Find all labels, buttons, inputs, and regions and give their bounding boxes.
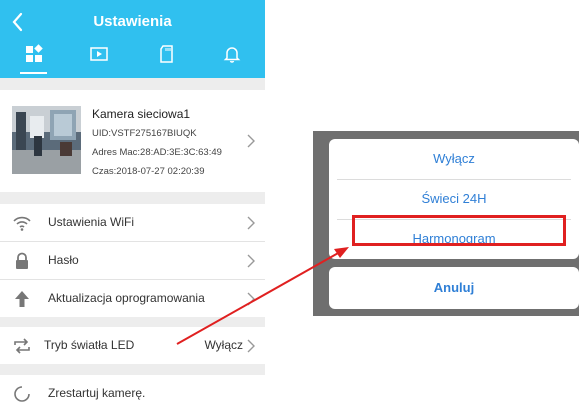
settings-screen: Ustawienia Kamera sieciowa1 UID:VSTF2751… [0,0,265,409]
highlight-box [352,215,566,246]
led-mode-value: Wyłącz [204,338,243,352]
page-title: Ustawienia [93,13,172,30]
firmware-update-label: Aktualizacja oprogramowania [48,291,205,305]
play-video-icon[interactable] [89,44,109,64]
sd-card-icon[interactable] [157,44,177,64]
chevron-right-icon [247,292,255,306]
wifi-settings-label: Ustawienia WiFi [48,215,135,229]
camera-name: Kamera sieciowa1 [92,107,191,121]
divider [337,179,571,180]
camera-thumbnail [12,106,81,174]
password-label: Hasło [48,253,79,267]
wifi-icon [13,216,31,231]
firmware-update-item[interactable]: Aktualizacja oprogramowania [0,280,265,317]
chevron-right-icon [247,339,255,353]
chevron-right-icon [247,216,255,230]
chevron-right-icon [247,134,255,148]
camera-card[interactable]: Kamera sieciowa1 UID:VSTF275167BIUQK Adr… [0,90,265,192]
restart-camera-label: Zrestartuj kamerę. [48,386,146,400]
active-tab-indicator [20,72,47,74]
option-off[interactable]: Wyłącz [329,141,579,177]
chevron-right-icon [247,254,255,268]
option-always-on[interactable]: Świeci 24H [329,181,579,217]
upload-arrow-icon [15,291,29,307]
restart-camera-item[interactable]: Zrestartuj kamerę. [0,375,265,409]
restart-icon [14,386,30,402]
bell-icon[interactable] [222,44,242,64]
camera-time: Czas:2018-07-27 02:20:39 [92,166,205,177]
wifi-settings-item[interactable]: Ustawienia WiFi [0,204,265,241]
led-mode-item[interactable]: Tryb światła LED Wyłącz [0,327,265,364]
cancel-button[interactable]: Anuluj [329,267,579,309]
camera-mac: Adres Mac:28:AD:3E:3C:63:49 [92,147,222,158]
camera-uid: UID:VSTF275167BIUQK [92,128,197,139]
lock-icon [16,252,28,269]
repeat-icon [14,338,30,354]
led-mode-label: Tryb światła LED [44,338,135,352]
grid-settings-icon[interactable] [24,44,44,64]
app-header: Ustawienia [0,0,265,78]
password-item[interactable]: Hasło [0,242,265,279]
